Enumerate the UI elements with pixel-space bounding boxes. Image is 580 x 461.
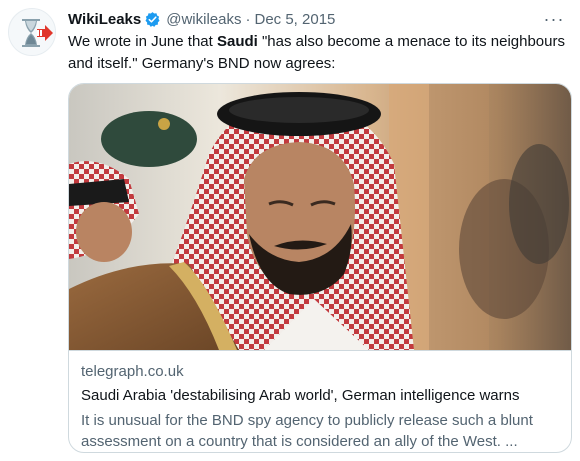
verified-badge-icon [145,11,160,27]
more-options-icon[interactable]: ··· [542,9,566,29]
separator-dot: · [245,10,251,28]
card-description-line1: It is unusual for the BND spy agency to … [81,412,533,429]
avatar[interactable] [8,8,56,56]
tweet-date[interactable]: Dec 5, 2015 [255,11,336,28]
tweet-text-line2: and itself." Germany's BND now agrees: [68,55,336,72]
author-handle[interactable]: @wikileaks [166,11,241,28]
tweet-text-line1-suffix: "has also become a menace to its neighbo… [257,33,565,50]
card-domain: telegraph.co.uk [81,363,184,380]
card-body: telegraph.co.uk Saudi Arabia 'destabilis… [69,350,571,452]
link-card[interactable]: telegraph.co.uk Saudi Arabia 'destabilis… [68,83,572,453]
author-name[interactable]: WikiLeaks [68,11,141,28]
tweet-text: We wrote in June that Saudi "has also be… [68,31,568,75]
wikileaks-logo-icon [9,9,55,55]
card-description-line2: assessment on a country that is consider… [81,433,518,450]
tweet-text-bold: Saudi [216,33,258,50]
card-description: It is unusual for the BND spy agency to … [81,410,561,452]
card-title[interactable]: Saudi Arabia 'destabilising Arab world',… [81,387,519,404]
card-image [69,84,571,350]
tweet-header: WikiLeaks @wikileaks · Dec 5, 2015 ··· [68,8,566,30]
tweet-text-prefix: We wrote in June that [68,33,217,50]
tweet[interactable]: WikiLeaks @wikileaks · Dec 5, 2015 ··· W… [0,0,580,461]
